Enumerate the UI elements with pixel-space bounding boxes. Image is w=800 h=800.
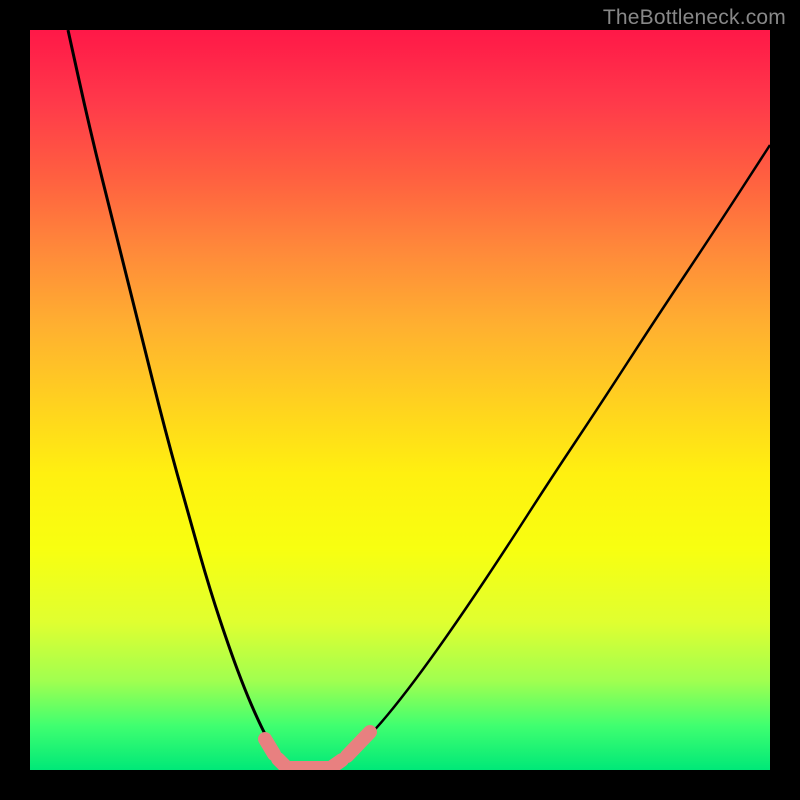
right-highlight-lower — [332, 760, 342, 767]
watermark: TheBottleneck.com — [603, 6, 786, 30]
highlight-group — [265, 732, 370, 768]
left-curve — [68, 30, 302, 770]
right-highlight-upper — [347, 732, 370, 756]
curve-svg — [30, 30, 770, 770]
chart-container: TheBottleneck.com — [0, 0, 800, 800]
left-highlight-upper — [265, 739, 274, 754]
plot-area — [30, 30, 770, 770]
right-curve — [328, 145, 770, 770]
